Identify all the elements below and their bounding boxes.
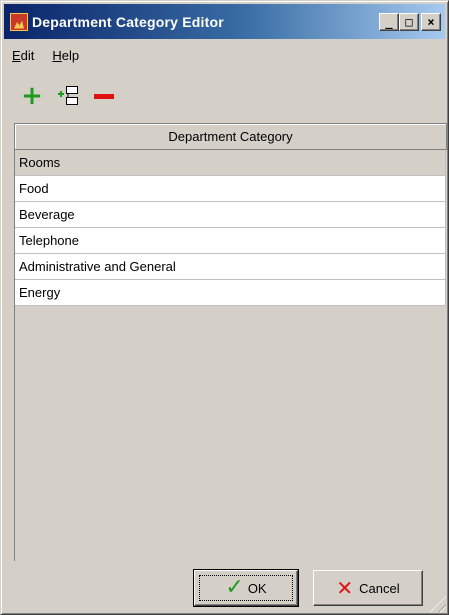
button-bar: ✓ OK ✕ Cancel <box>4 563 445 611</box>
menu-edit-label: dit <box>20 47 35 63</box>
row-cell: Energy <box>19 285 61 300</box>
row-cell: Rooms <box>19 155 61 170</box>
row-cell: Telephone <box>19 233 79 248</box>
add-child-button[interactable] <box>54 82 82 110</box>
menu-help-label: elp <box>61 47 80 63</box>
cancel-label: Cancel <box>359 580 400 596</box>
window-title: Department Category Editor <box>32 13 224 30</box>
menu-edit[interactable]: Edit <box>10 46 36 65</box>
plus-icon: + <box>21 81 43 111</box>
menu-help[interactable]: Help <box>50 46 81 65</box>
maximize-icon: □ <box>405 14 413 29</box>
close-button[interactable]: × <box>421 12 441 31</box>
table-row[interactable]: Telephone <box>15 228 446 254</box>
remove-button[interactable] <box>90 82 118 110</box>
focus-rect <box>199 575 293 601</box>
minimize-icon: _ <box>385 14 393 29</box>
row-cell: Beverage <box>19 207 75 222</box>
close-icon: × <box>427 14 435 29</box>
table-row[interactable]: Beverage <box>15 202 446 228</box>
column-header-department-category[interactable]: Department Category <box>15 124 447 150</box>
department-category-table[interactable]: Department Category Rooms Food Beverage … <box>14 123 447 561</box>
minimize-button[interactable]: _ <box>379 12 399 31</box>
add-child-icon <box>58 86 78 105</box>
menu-edit-accelerator: E <box>12 47 21 63</box>
dialog-window: Department Category Editor _ □ × Edit He… <box>0 0 449 615</box>
minus-icon <box>94 93 114 99</box>
ok-button[interactable]: ✓ OK <box>193 569 299 607</box>
table-row[interactable]: Rooms <box>15 150 446 176</box>
table-row[interactable]: Food <box>15 176 446 202</box>
table-row[interactable]: Energy <box>15 280 446 306</box>
menu-help-accelerator: H <box>52 47 62 63</box>
row-cell: Administrative and General <box>19 259 176 274</box>
menu-bar: Edit Help <box>4 41 445 69</box>
add-button[interactable]: + <box>18 82 46 110</box>
row-cell: Food <box>19 181 49 196</box>
table-row[interactable]: Administrative and General <box>15 254 446 280</box>
toolbar: + <box>4 79 445 113</box>
caption-buttons: _ □ × <box>379 12 441 31</box>
x-icon: ✕ <box>336 576 354 600</box>
app-icon[interactable] <box>10 12 28 31</box>
maximize-button[interactable]: □ <box>399 12 419 31</box>
cancel-button[interactable]: ✕ Cancel <box>313 570 423 606</box>
title-bar[interactable]: Department Category Editor _ □ × <box>4 4 445 39</box>
